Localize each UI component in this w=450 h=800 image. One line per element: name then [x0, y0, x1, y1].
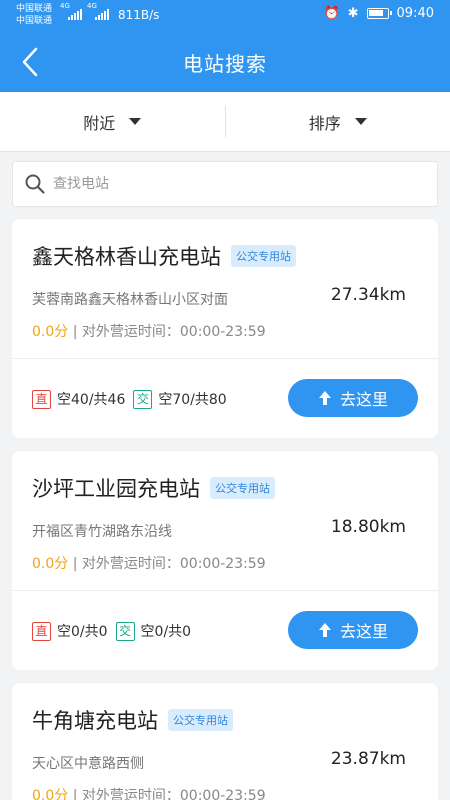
station-name: 牛角塘充电站 公交专用站 [32, 705, 233, 735]
signal-icon [68, 8, 82, 20]
station-card[interactable]: 牛角塘充电站 公交专用站 天心区中意路西侧 23.87km 0.0分 | 对外营… [12, 683, 438, 800]
station-distance: 23.87km [330, 749, 406, 769]
navigate-button[interactable]: 去这里 [288, 379, 418, 417]
station-card[interactable]: 鑫天格林香山充电站 公交专用站 芙蓉南路鑫天格林香山小区对面 27.34km 0… [12, 219, 438, 438]
carrier-1: 中国联通 [16, 4, 53, 14]
navigate-button-label: 去这里 [339, 622, 388, 641]
carrier-labels: 中国联通 中国联通 [16, 3, 52, 27]
caret-down-icon [354, 118, 367, 125]
clock: 09:40 [396, 6, 434, 21]
station-hours: | 对外营运时间：00:00-23:59 [68, 556, 266, 572]
page-title: 电站搜索 [183, 52, 267, 76]
bluetooth-icon: ✱ [347, 6, 359, 21]
station-name-text: 沙坪工业园充电站 [32, 477, 200, 501]
station-name: 沙坪工业园充电站 公交专用站 [32, 473, 275, 503]
station-address: 芙蓉南路鑫天格林香山小区对面 [32, 292, 228, 308]
station-hours-row: 0.0分 | 对外营运时间：00:00-23:59 [32, 785, 266, 800]
station-score: 0.0分 [32, 324, 69, 340]
charger-availability: 直 空0/共0 交 空0/共0 [32, 621, 199, 641]
ac-slots: 空70/共80 [158, 392, 227, 408]
ac-slots: 空0/共0 [140, 624, 192, 640]
station-score: 0.0分 [32, 788, 69, 800]
navigation-arrow-icon [318, 391, 331, 405]
station-info: 鑫天格林香山充电站 公交专用站 芙蓉南路鑫天格林香山小区对面 27.34km 0… [12, 219, 438, 359]
station-hours-row: 0.0分 | 对外营运时间：00:00-23:59 [32, 553, 266, 573]
sort-filter-label: 排序 [308, 113, 341, 133]
station-badge: 公交专用站 [231, 245, 296, 267]
net-speed: 811B/s [118, 8, 160, 22]
search-icon [25, 174, 45, 194]
dc-charger-icon: 直 [32, 389, 51, 409]
nearby-filter[interactable]: 附近 [0, 92, 225, 151]
ac-charger-icon: 交 [115, 621, 135, 641]
nearby-filter-label: 附近 [83, 113, 116, 133]
navigate-button[interactable]: 去这里 [288, 611, 418, 649]
search-input[interactable] [53, 176, 413, 192]
station-badge: 公交专用站 [210, 477, 275, 499]
carrier-2: 中国联通 [16, 16, 53, 26]
navigate-button-label: 去这里 [339, 390, 388, 409]
station-hours: | 对外营运时间：00:00-23:59 [68, 324, 266, 340]
station-address: 开福区青竹湖路东沿线 [32, 524, 172, 540]
battery-icon [366, 8, 392, 19]
alarm-icon: ⏰ [323, 6, 340, 21]
station-card[interactable]: 沙坪工业园充电站 公交专用站 开福区青竹湖路东沿线 18.80km 0.0分 |… [12, 451, 438, 670]
search-bar [12, 161, 438, 207]
charger-availability: 直 空40/共46 交 空70/共80 [32, 389, 235, 409]
station-hours: | 对外营运时间：00:00-23:59 [68, 788, 266, 800]
station-address: 天心区中意路西侧 [32, 756, 144, 772]
filter-bar: 附近 排序 [0, 92, 450, 152]
station-actions: 直 空40/共46 交 空70/共80 去这里 [12, 359, 438, 437]
station-name-text: 鑫天格林香山充电站 [32, 245, 221, 269]
status-bar: 中国联通 中国联通 4G 4G 811B/s ⏰ ✱ 09:40 [0, 0, 450, 32]
sort-filter[interactable]: 排序 [226, 92, 450, 151]
station-badge: 公交专用站 [168, 709, 233, 731]
dc-charger-icon: 直 [32, 621, 51, 641]
station-name-text: 牛角塘充电站 [32, 709, 158, 733]
station-distance: 18.80km [330, 517, 406, 537]
status-right: ⏰ ✱ 09:40 [323, 6, 434, 21]
dc-slots: 空0/共0 [57, 624, 108, 640]
station-hours-row: 0.0分 | 对外营运时间：00:00-23:59 [32, 321, 266, 341]
station-info: 牛角塘充电站 公交专用站 天心区中意路西侧 23.87km 0.0分 | 对外营… [12, 683, 438, 800]
signal-icon [95, 8, 109, 20]
station-name: 鑫天格林香山充电站 公交专用站 [32, 241, 296, 271]
dc-slots: 空40/共46 [57, 392, 126, 408]
station-score: 0.0分 [32, 556, 69, 572]
station-actions: 直 空0/共0 交 空0/共0 去这里 [12, 591, 438, 669]
station-info: 沙坪工业园充电站 公交专用站 开福区青竹湖路东沿线 18.80km 0.0分 |… [12, 451, 438, 591]
ac-charger-icon: 交 [133, 389, 153, 409]
caret-down-icon [129, 118, 142, 125]
nav-bar: 电站搜索 [0, 32, 450, 92]
navigation-arrow-icon [318, 623, 331, 637]
station-distance: 27.34km [330, 285, 406, 305]
